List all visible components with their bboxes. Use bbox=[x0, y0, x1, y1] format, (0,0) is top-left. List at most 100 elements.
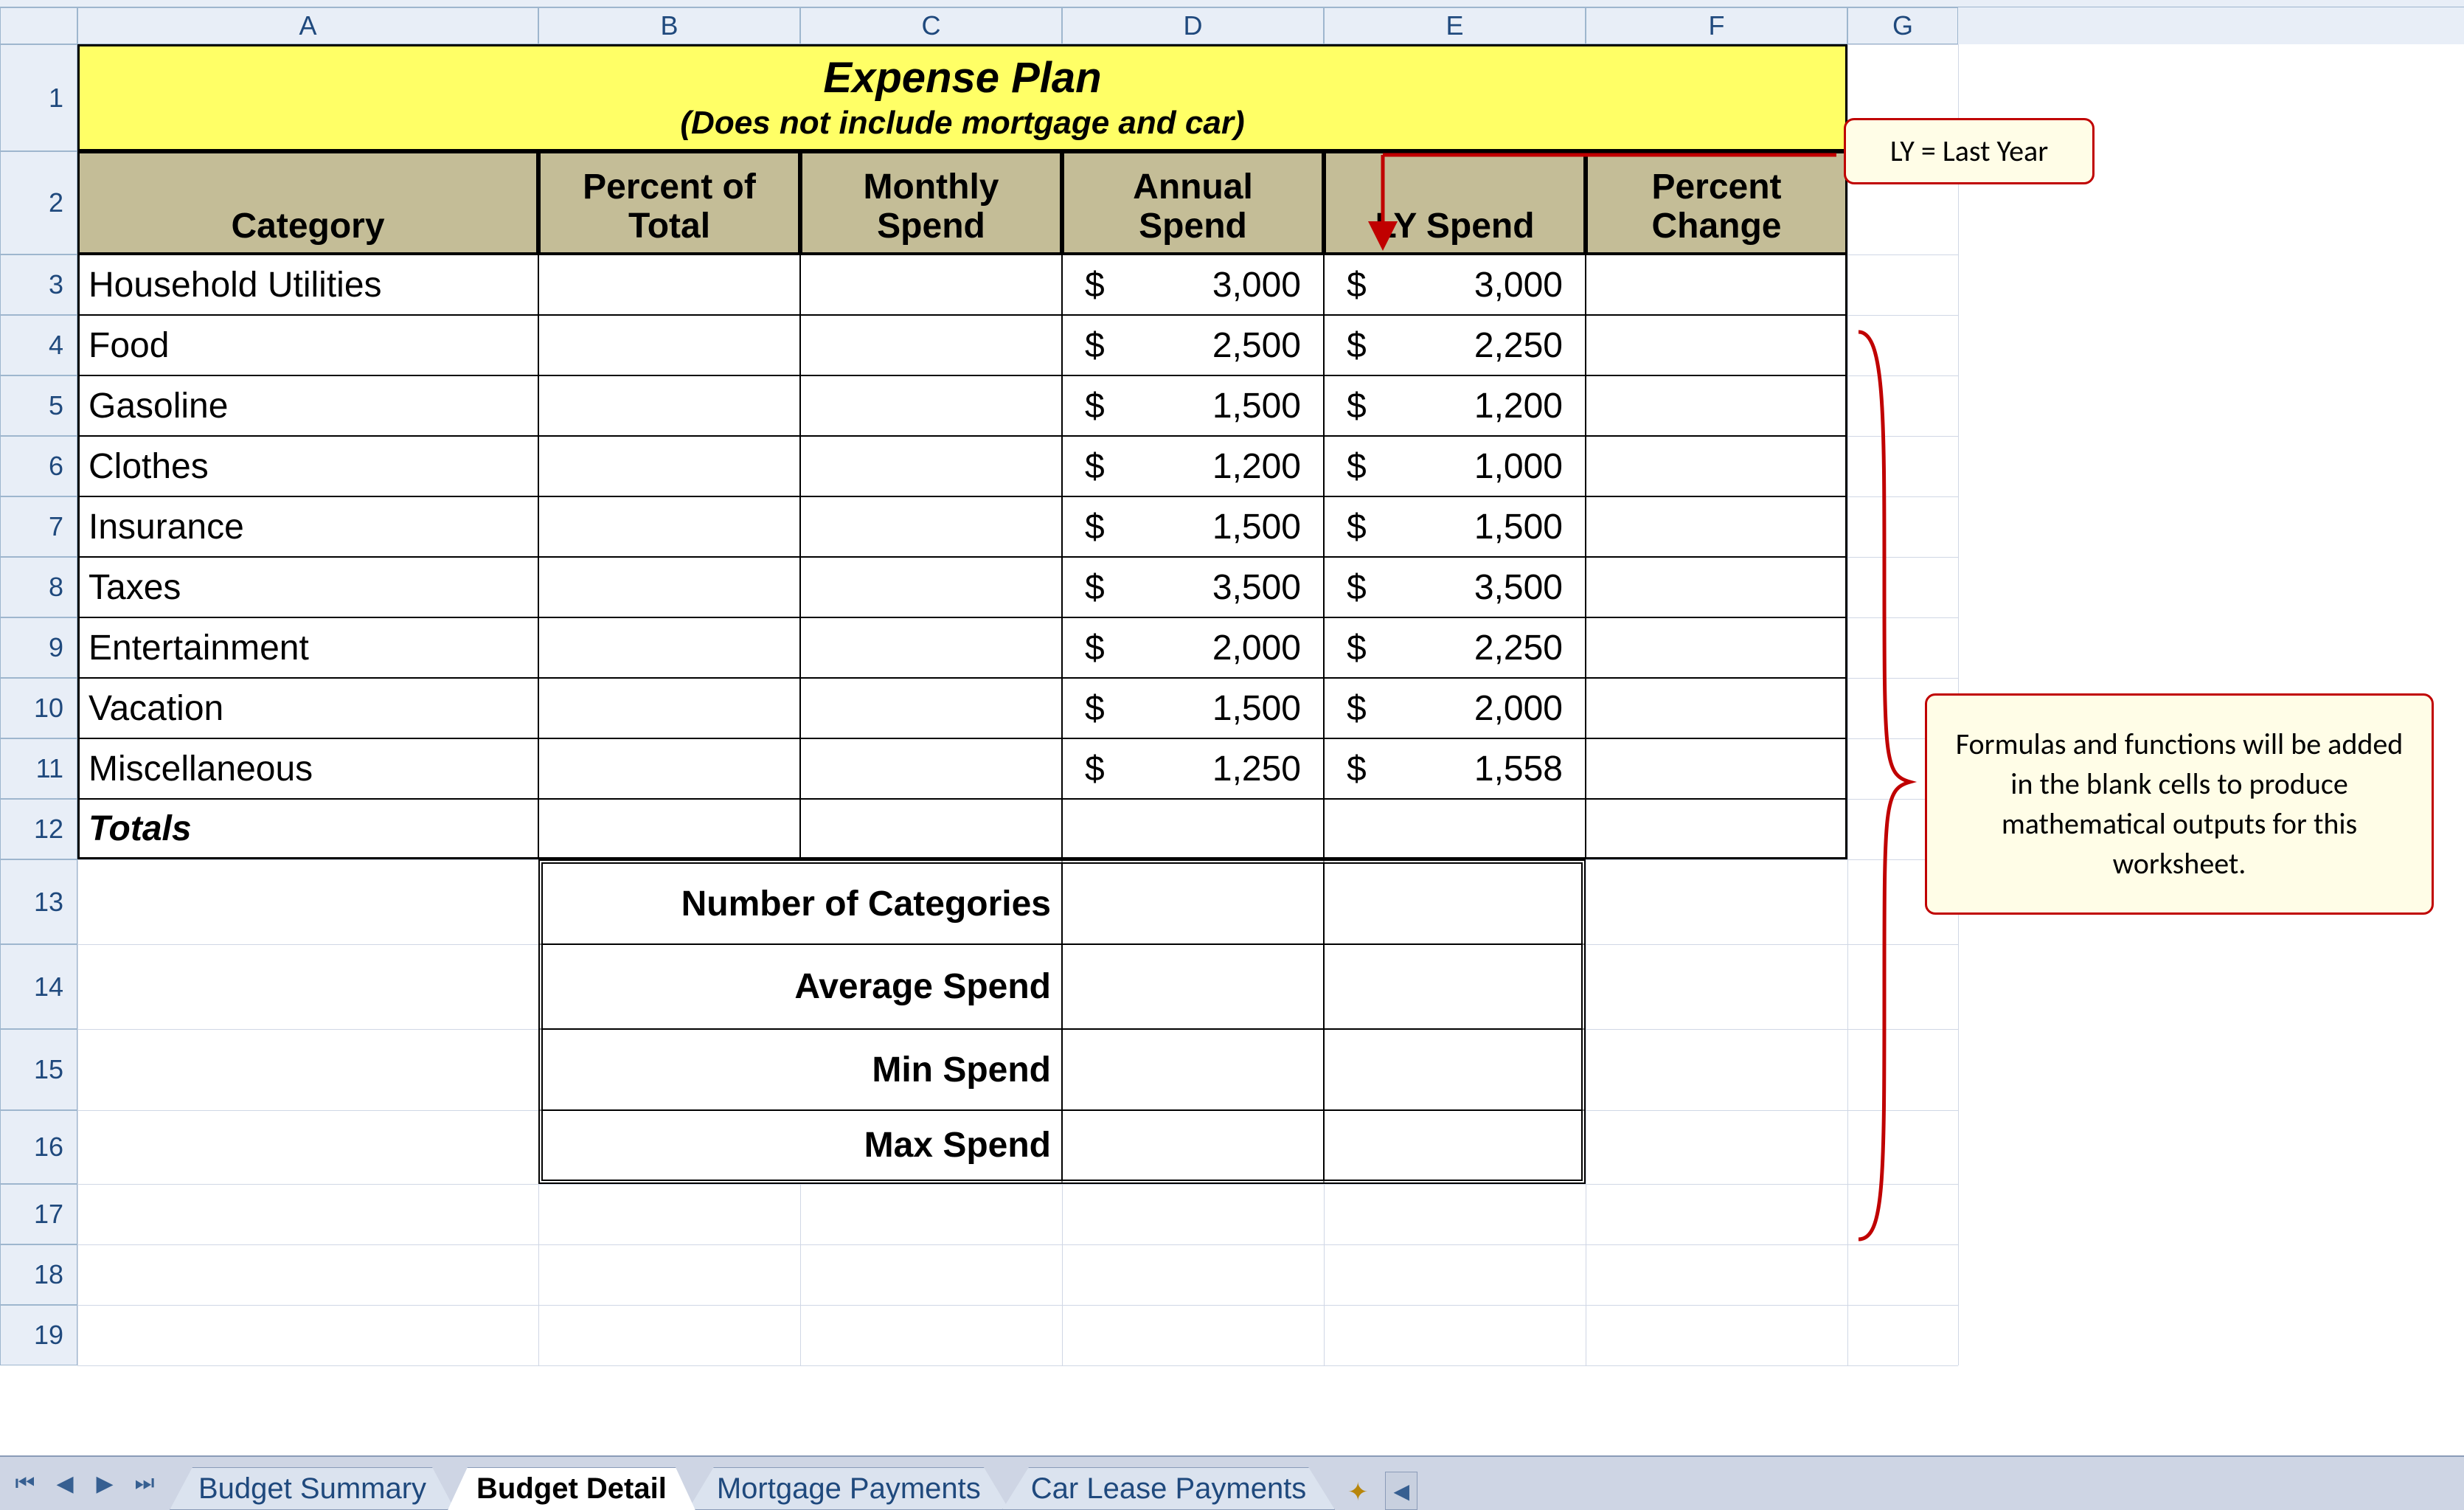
cell-totals-label[interactable]: Totals bbox=[77, 799, 538, 859]
stat-value-d-max-spend[interactable] bbox=[1062, 1110, 1324, 1184]
cell-monthly-spend-1[interactable] bbox=[800, 315, 1062, 375]
cell-annual-spend-0[interactable]: $3,000 bbox=[1062, 254, 1324, 315]
stat-value-e-avg-spend[interactable] bbox=[1324, 944, 1586, 1029]
header-annual-spend[interactable]: AnnualSpend bbox=[1062, 151, 1324, 254]
header-percent-change[interactable]: PercentChange bbox=[1586, 151, 1847, 254]
cell-percent-total-1[interactable] bbox=[538, 315, 800, 375]
cell-annual-spend-1[interactable]: $2,500 bbox=[1062, 315, 1324, 375]
header-ly-spend[interactable]: LY Spend bbox=[1324, 151, 1586, 254]
row-header-6[interactable]: 6 bbox=[0, 436, 77, 496]
cell-totals-d[interactable] bbox=[1062, 799, 1324, 859]
cell-percent-change-2[interactable] bbox=[1586, 375, 1847, 436]
row-header-11[interactable]: 11 bbox=[0, 738, 77, 799]
sheet-tab-budget-summary[interactable]: Budget Summary bbox=[170, 1467, 455, 1510]
sheet-tab-car-lease-payments[interactable]: Car Lease Payments bbox=[1002, 1467, 1336, 1510]
cell-percent-total-3[interactable] bbox=[538, 436, 800, 496]
row-header-9[interactable]: 9 bbox=[0, 617, 77, 678]
cell-monthly-spend-0[interactable] bbox=[800, 254, 1062, 315]
header-category[interactable]: Category bbox=[77, 151, 538, 254]
cell-ly-spend-2[interactable]: $1,200 bbox=[1324, 375, 1586, 436]
row-header-5[interactable]: 5 bbox=[0, 375, 77, 436]
col-header-B[interactable]: B bbox=[538, 7, 800, 44]
cell-percent-change-1[interactable] bbox=[1586, 315, 1847, 375]
cell-totals-e[interactable] bbox=[1324, 799, 1586, 859]
row-header-14[interactable]: 14 bbox=[0, 944, 77, 1029]
cell-percent-change-4[interactable] bbox=[1586, 496, 1847, 557]
row-header-18[interactable]: 18 bbox=[0, 1244, 77, 1305]
stat-value-d-min-spend[interactable] bbox=[1062, 1029, 1324, 1110]
row-header-17[interactable]: 17 bbox=[0, 1184, 77, 1244]
cell-ly-spend-1[interactable]: $2,250 bbox=[1324, 315, 1586, 375]
row-header-7[interactable]: 7 bbox=[0, 496, 77, 557]
col-header-C[interactable]: C bbox=[800, 7, 1062, 44]
cell-percent-change-5[interactable] bbox=[1586, 557, 1847, 617]
cell-monthly-spend-2[interactable] bbox=[800, 375, 1062, 436]
col-header-D[interactable]: D bbox=[1062, 7, 1324, 44]
cell-percent-total-7[interactable] bbox=[538, 678, 800, 738]
cell-monthly-spend-3[interactable] bbox=[800, 436, 1062, 496]
row-header-13[interactable]: 13 bbox=[0, 859, 77, 944]
cell-annual-spend-2[interactable]: $1,500 bbox=[1062, 375, 1324, 436]
cell-annual-spend-8[interactable]: $1,250 bbox=[1062, 738, 1324, 799]
col-header-E[interactable]: E bbox=[1324, 7, 1586, 44]
cell-percent-total-8[interactable] bbox=[538, 738, 800, 799]
cell-ly-spend-4[interactable]: $1,500 bbox=[1324, 496, 1586, 557]
cell-percent-change-0[interactable] bbox=[1586, 254, 1847, 315]
cell-category-6[interactable]: Entertainment bbox=[77, 617, 538, 678]
cell-category-7[interactable]: Vacation bbox=[77, 678, 538, 738]
cell-category-1[interactable]: Food bbox=[77, 315, 538, 375]
header-percent-of-total[interactable]: Percent ofTotal bbox=[538, 151, 800, 254]
tab-nav-first-icon[interactable]: ⏮ bbox=[12, 1470, 38, 1497]
row-header-2[interactable]: 2 bbox=[0, 151, 77, 254]
cell-monthly-spend-5[interactable] bbox=[800, 557, 1062, 617]
cell-totals-c[interactable] bbox=[800, 799, 1062, 859]
header-monthly-spend[interactable]: MonthlySpend bbox=[800, 151, 1062, 254]
cell-category-8[interactable]: Miscellaneous bbox=[77, 738, 538, 799]
cell-category-2[interactable]: Gasoline bbox=[77, 375, 538, 436]
stat-label-min-spend[interactable]: Min Spend bbox=[538, 1029, 1062, 1110]
cell-annual-spend-6[interactable]: $2,000 bbox=[1062, 617, 1324, 678]
stat-value-d-num-categories[interactable] bbox=[1062, 859, 1324, 944]
stat-value-e-max-spend[interactable] bbox=[1324, 1110, 1586, 1184]
sheet-tab-budget-detail[interactable]: Budget Detail bbox=[448, 1467, 695, 1510]
cell-monthly-spend-7[interactable] bbox=[800, 678, 1062, 738]
cell-percent-total-0[interactable] bbox=[538, 254, 800, 315]
stat-value-e-min-spend[interactable] bbox=[1324, 1029, 1586, 1110]
cell-category-0[interactable]: Household Utilities bbox=[77, 254, 538, 315]
row-header-8[interactable]: 8 bbox=[0, 557, 77, 617]
row-header-19[interactable]: 19 bbox=[0, 1305, 77, 1365]
cell-annual-spend-3[interactable]: $1,200 bbox=[1062, 436, 1324, 496]
cell-ly-spend-0[interactable]: $3,000 bbox=[1324, 254, 1586, 315]
title-cell[interactable]: Expense Plan(Does not include mortgage a… bbox=[77, 44, 1847, 151]
stat-value-d-avg-spend[interactable] bbox=[1062, 944, 1324, 1029]
cell-ly-spend-7[interactable]: $2,000 bbox=[1324, 678, 1586, 738]
cell-percent-change-6[interactable] bbox=[1586, 617, 1847, 678]
cell-percent-total-2[interactable] bbox=[538, 375, 800, 436]
cell-category-4[interactable]: Insurance bbox=[77, 496, 538, 557]
cell-annual-spend-4[interactable]: $1,500 bbox=[1062, 496, 1324, 557]
col-header-G[interactable]: G bbox=[1847, 7, 1958, 44]
stat-value-e-num-categories[interactable] bbox=[1324, 859, 1586, 944]
cell-ly-spend-8[interactable]: $1,558 bbox=[1324, 738, 1586, 799]
row-header-1[interactable]: 1 bbox=[0, 44, 77, 151]
row-header-10[interactable]: 10 bbox=[0, 678, 77, 738]
row-header-4[interactable]: 4 bbox=[0, 315, 77, 375]
cell-ly-spend-6[interactable]: $2,250 bbox=[1324, 617, 1586, 678]
tab-nav-next-icon[interactable]: ▶ bbox=[91, 1470, 118, 1497]
cell-percent-total-4[interactable] bbox=[538, 496, 800, 557]
cell-category-3[interactable]: Clothes bbox=[77, 436, 538, 496]
tab-nav-prev-icon[interactable]: ◀ bbox=[52, 1470, 78, 1497]
row-header-12[interactable]: 12 bbox=[0, 799, 77, 859]
select-all-corner[interactable] bbox=[0, 7, 77, 44]
row-header-15[interactable]: 15 bbox=[0, 1029, 77, 1110]
cell-percent-total-6[interactable] bbox=[538, 617, 800, 678]
stat-label-avg-spend[interactable]: Average Spend bbox=[538, 944, 1062, 1029]
cell-annual-spend-5[interactable]: $3,500 bbox=[1062, 557, 1324, 617]
cell-annual-spend-7[interactable]: $1,500 bbox=[1062, 678, 1324, 738]
row-header-3[interactable]: 3 bbox=[0, 254, 77, 315]
insert-worksheet-icon[interactable]: ✦ bbox=[1339, 1475, 1376, 1510]
sheet-tab-mortgage-payments[interactable]: Mortgage Payments bbox=[688, 1467, 1010, 1510]
cell-percent-change-8[interactable] bbox=[1586, 738, 1847, 799]
cell-monthly-spend-4[interactable] bbox=[800, 496, 1062, 557]
cell-ly-spend-5[interactable]: $3,500 bbox=[1324, 557, 1586, 617]
